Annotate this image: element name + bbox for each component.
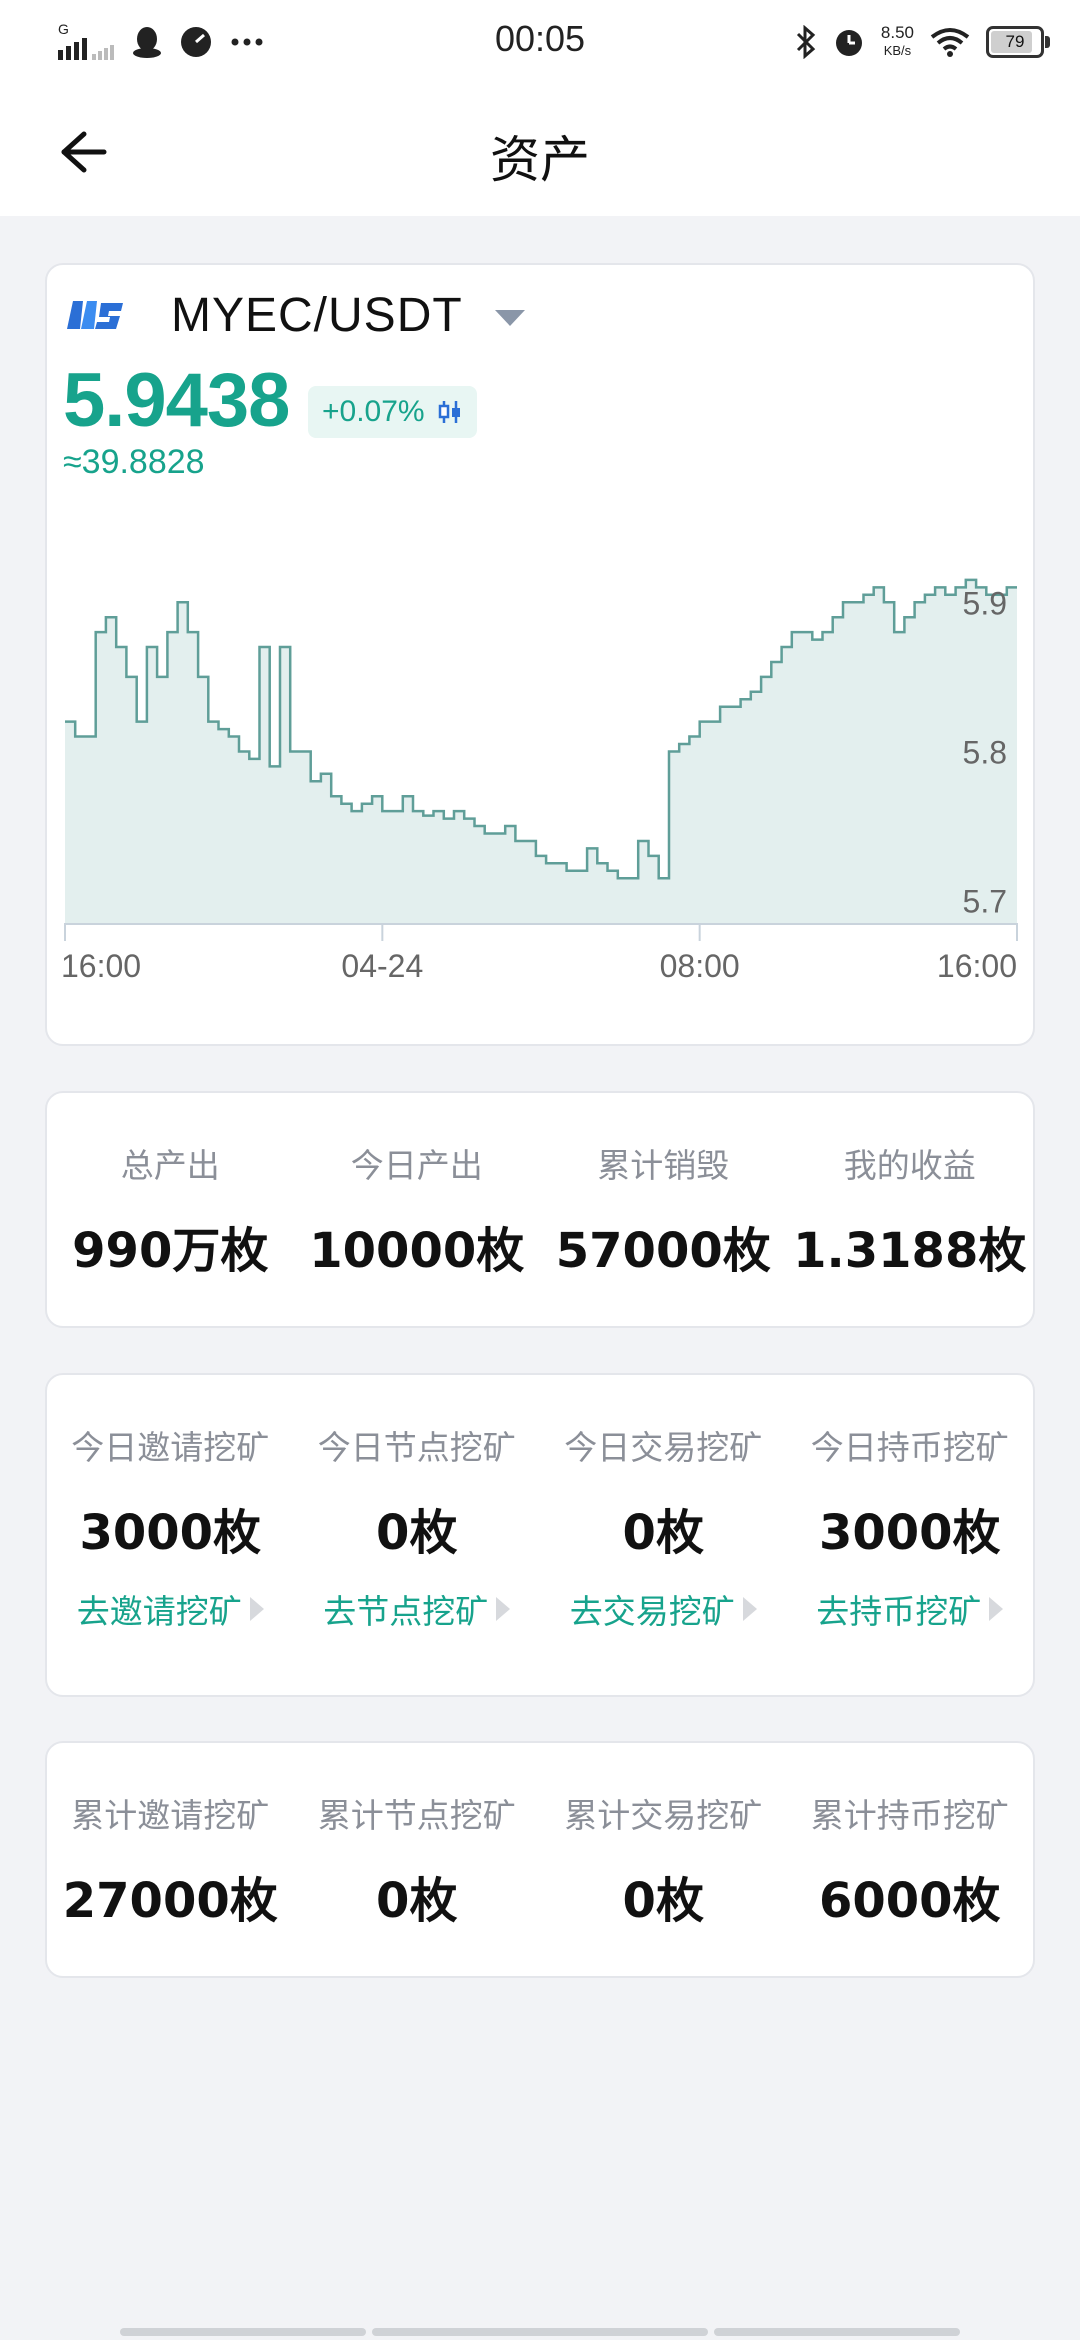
stat-link-wrap: 去邀请挖矿	[47, 1585, 294, 1633]
stat-link-wrap: 去交易挖矿	[540, 1585, 787, 1633]
battery-icon: 79	[986, 26, 1050, 58]
stat-label: 今日持币挖矿	[810, 1428, 1009, 1467]
today-mining-stat: 今日节点挖矿 0枚去节点挖矿	[294, 1375, 541, 1633]
alarm-icon	[835, 30, 862, 56]
stat-value: 6000枚	[818, 1873, 1001, 1929]
arrow-right-icon	[496, 1597, 511, 1621]
home-indicator	[714, 2328, 960, 2336]
status-bar: G 00:05 8.50 KB/s 79	[0, 0, 1080, 90]
stat-label: 累计邀请挖矿	[71, 1796, 270, 1835]
mining-link[interactable]: 去交易挖矿	[570, 1585, 757, 1633]
stat-value: 27000枚	[62, 1873, 278, 1929]
overview-stat: 累计销毁 57000枚	[540, 1093, 787, 1281]
market-card: MYEC/USDT 5.9438 +0.07% ≈39.8828 5.9 5.8 5…	[45, 263, 1035, 1046]
stat-value: 990万枚	[72, 1223, 269, 1279]
today-mining-card: 今日邀请挖矿 3000枚去邀请挖矿 今日节点挖矿 0枚去节点挖矿 今日交易挖矿 0枚去交易…	[45, 1373, 1035, 1697]
stat-value: 0枚	[376, 1873, 458, 1929]
bluetooth-icon	[796, 25, 816, 59]
overview-stat: 总产出 990万枚	[47, 1093, 294, 1281]
x-tick-label: 04-24	[341, 948, 423, 984]
x-tick-label: 08:00	[660, 948, 740, 984]
stat-value: 0枚	[622, 1873, 704, 1929]
total-mining-stat: 累计节点挖矿 0枚	[294, 1743, 541, 1931]
y-tick-label: 5.8	[963, 735, 1007, 771]
stat-label: 今日交易挖矿	[564, 1428, 763, 1467]
today-mining-grid: 今日邀请挖矿 3000枚去邀请挖矿 今日节点挖矿 0枚去节点挖矿 今日交易挖矿 0枚去交易…	[47, 1375, 1033, 1633]
stat-value: 0枚	[622, 1505, 704, 1561]
stat-label: 总产出	[120, 1146, 220, 1185]
home-indicator	[372, 2328, 708, 2336]
battery-level: 79	[1005, 32, 1025, 51]
today-mining-stat: 今日交易挖矿 0枚去交易挖矿	[540, 1375, 787, 1633]
price-area	[65, 579, 1017, 923]
home-indicator	[120, 2328, 366, 2336]
mining-link-label: 去交易挖矿	[569, 1592, 735, 1631]
stat-label: 累计交易挖矿	[564, 1796, 763, 1835]
total-mining-card: 累计邀请挖矿 27000枚 累计节点挖矿 0枚 累计交易挖矿 0枚 累计持币挖矿 6000枚	[45, 1741, 1035, 1978]
overview-card: 总产出 990万枚 今日产出 10000枚 累计销毁 57000枚 我的收益 1.3188枚	[45, 1091, 1035, 1328]
stat-label: 我的收益	[843, 1146, 976, 1185]
stat-value: 57000枚	[555, 1223, 771, 1279]
stat-label: 累计节点挖矿	[317, 1796, 516, 1835]
mining-link-label: 去持币挖矿	[816, 1592, 982, 1631]
stat-value: 10000枚	[309, 1223, 525, 1279]
overview-grid: 总产出 990万枚 今日产出 10000枚 累计销毁 57000枚 我的收益 1.3188枚	[47, 1093, 1033, 1281]
total-mining-grid: 累计邀请挖矿 27000枚 累计节点挖矿 0枚 累计交易挖矿 0枚 累计持币挖矿 6000枚	[47, 1743, 1033, 1931]
total-mining-stat: 累计交易挖矿 0枚	[540, 1743, 787, 1931]
mining-link[interactable]: 去持币挖矿	[816, 1585, 1004, 1633]
mining-link-label: 去邀请挖矿	[76, 1592, 242, 1631]
y-tick-label: 5.7	[963, 884, 1007, 920]
stat-label: 今日节点挖矿	[317, 1428, 516, 1467]
mining-link[interactable]: 去节点挖矿	[323, 1585, 511, 1633]
x-tick-label: 16:00	[61, 948, 141, 984]
y-tick-label: 5.9	[963, 585, 1007, 621]
today-mining-stat: 今日持币挖矿 3000枚去持币挖矿	[787, 1375, 1034, 1633]
net-speed: 8.50 KB/s	[881, 24, 914, 60]
stat-label: 累计持币挖矿	[810, 1796, 1009, 1835]
page-title: 资产	[490, 131, 590, 189]
stat-link-wrap: 去节点挖矿	[294, 1585, 541, 1633]
stat-value: 3000枚	[818, 1505, 1001, 1561]
stat-value: 0枚	[376, 1505, 458, 1561]
arrow-right-icon	[742, 1597, 757, 1621]
net-speed-unit: KB/s	[883, 43, 912, 58]
mining-link-label: 去节点挖矿	[323, 1592, 489, 1631]
arrow-right-icon	[249, 1597, 264, 1621]
arrow-right-icon	[989, 1597, 1004, 1621]
price-chart[interactable]: 5.9 5.8 5.7 16:00 04-24 08:00 16:00	[47, 265, 1033, 1046]
status-right: 8.50 KB/s 79	[795, 18, 1050, 66]
overview-stat: 今日产出 10000枚	[294, 1093, 541, 1281]
stat-label: 今日邀请挖矿	[71, 1428, 270, 1467]
stat-label: 今日产出	[350, 1146, 483, 1185]
x-tick-label: 16:00	[937, 948, 1017, 984]
stat-value: 1.3188枚	[793, 1223, 1027, 1279]
nav-bar: 资产	[0, 90, 1080, 216]
mining-link[interactable]: 去邀请挖矿	[77, 1585, 264, 1633]
total-mining-stat: 累计邀请挖矿 27000枚	[47, 1743, 294, 1931]
stat-label: 累计销毁	[597, 1146, 730, 1185]
overview-stat: 我的收益 1.3188枚	[787, 1093, 1034, 1281]
today-mining-stat: 今日邀请挖矿 3000枚去邀请挖矿	[47, 1375, 294, 1633]
net-speed-value: 8.50	[880, 23, 914, 42]
stat-value: 3000枚	[79, 1505, 262, 1561]
total-mining-stat: 累计持币挖矿 6000枚	[787, 1743, 1034, 1931]
stat-link-wrap: 去持币挖矿	[787, 1585, 1034, 1633]
wifi-icon	[930, 28, 970, 57]
